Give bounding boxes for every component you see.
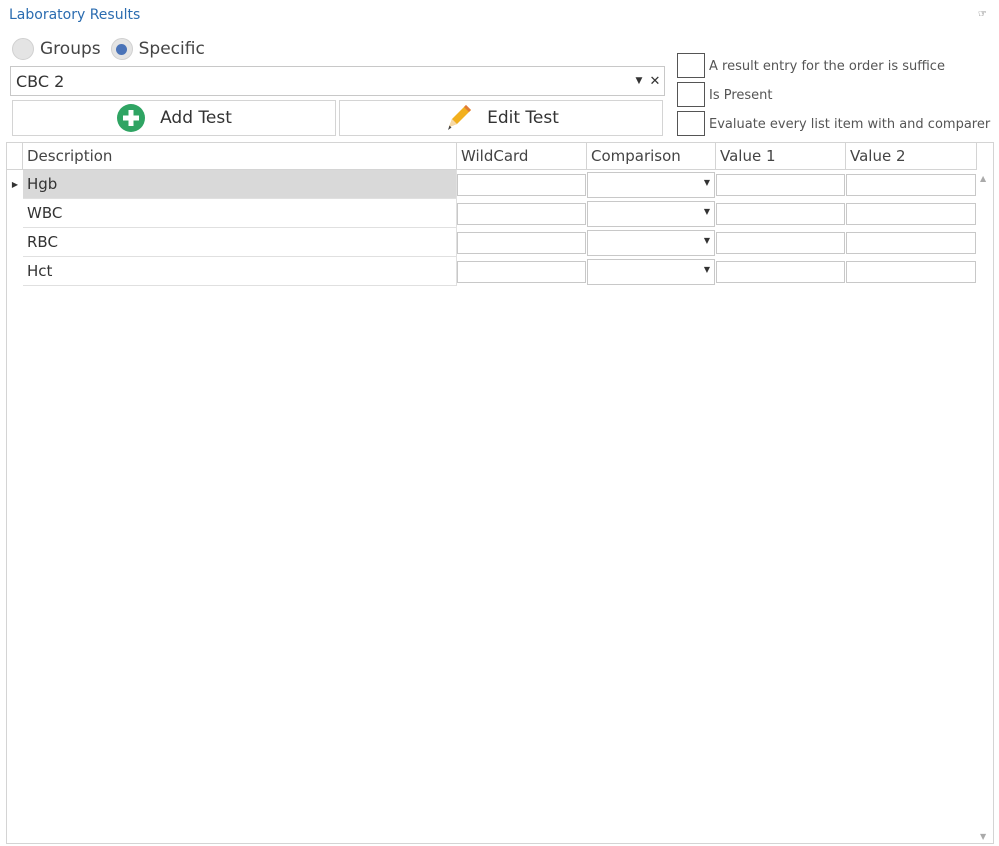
value1-input[interactable]	[716, 203, 845, 225]
evaluate-every-list-item-checkbox[interactable]	[677, 111, 705, 136]
groups-radio-label[interactable]: Groups	[40, 39, 101, 59]
is-present-label: Is Present	[709, 88, 773, 103]
test-selector-combo[interactable]: CBC 2 ▼ ✕	[10, 66, 665, 96]
wildcard-input[interactable]	[457, 174, 586, 196]
value1-input[interactable]	[716, 232, 845, 254]
table-row[interactable]: RBC ▼	[7, 228, 977, 257]
column-header-comparison[interactable]: Comparison	[587, 143, 716, 170]
value2-input[interactable]	[846, 232, 976, 254]
panel-title: Laboratory Results	[9, 7, 141, 23]
value2-input[interactable]	[846, 261, 976, 283]
description-cell[interactable]: WBC	[23, 199, 457, 228]
mode-radio-group: Groups Specific	[12, 38, 215, 60]
specific-radio[interactable]	[110, 38, 133, 60]
result-entry-suffice-checkbox[interactable]	[677, 53, 705, 78]
chevron-down-icon: ▼	[703, 265, 710, 274]
test-selector-value: CBC 2	[16, 71, 65, 91]
row-indicator	[7, 199, 23, 228]
row-indicator	[7, 257, 23, 286]
specific-radio-label[interactable]: Specific	[139, 39, 205, 59]
add-circle-icon	[116, 103, 146, 133]
value1-input[interactable]	[716, 174, 845, 196]
description-cell[interactable]: Hct	[23, 257, 457, 286]
add-test-label: Add Test	[160, 108, 232, 128]
description-cell[interactable]: RBC	[23, 228, 457, 257]
comparison-select[interactable]: ▼	[587, 230, 715, 256]
scroll-down-icon[interactable]: ▼	[980, 832, 986, 841]
current-row-indicator-icon: ▶	[11, 180, 19, 189]
dropdown-arrow-icon[interactable]: ▼	[632, 76, 646, 86]
vertical-scrollbar[interactable]: ▲ ▼	[976, 170, 993, 843]
wildcard-input[interactable]	[457, 203, 586, 225]
scroll-up-icon[interactable]: ▲	[980, 174, 986, 183]
chevron-down-icon: ▼	[703, 207, 710, 216]
table-row[interactable]: WBC ▼	[7, 199, 977, 228]
groups-radio[interactable]	[12, 38, 34, 60]
row-indicator-header	[7, 143, 23, 170]
comparison-select[interactable]: ▼	[587, 201, 715, 227]
chevron-down-icon: ▼	[703, 178, 710, 187]
row-indicator	[7, 228, 23, 257]
add-test-button[interactable]: Add Test	[12, 100, 336, 136]
value1-input[interactable]	[716, 261, 845, 283]
results-grid: Description WildCard Comparison Value 1 …	[6, 142, 994, 844]
value2-input[interactable]	[846, 203, 976, 225]
edit-test-label: Edit Test	[487, 108, 559, 128]
column-header-wildcard[interactable]: WildCard	[457, 143, 587, 170]
table-row[interactable]: ▶ Hgb ▼	[7, 170, 977, 199]
pencil-icon	[443, 103, 473, 133]
column-header-description[interactable]: Description	[23, 143, 457, 170]
radio-selected-dot	[116, 43, 128, 55]
pin-icon[interactable]: ☞	[978, 9, 987, 20]
column-header-value2[interactable]: Value 2	[846, 143, 977, 170]
chevron-down-icon: ▼	[703, 236, 710, 245]
wildcard-input[interactable]	[457, 232, 586, 254]
comparison-select[interactable]: ▼	[587, 259, 715, 285]
result-entry-suffice-label: A result entry for the order is suffice	[709, 59, 945, 74]
value2-input[interactable]	[846, 174, 976, 196]
table-row[interactable]: Hct ▼	[7, 257, 977, 286]
wildcard-input[interactable]	[457, 261, 586, 283]
description-cell[interactable]: Hgb	[23, 170, 457, 199]
evaluate-every-list-item-label: Evaluate every list item with and compar…	[709, 117, 991, 132]
column-header-value1[interactable]: Value 1	[716, 143, 846, 170]
comparison-select[interactable]: ▼	[587, 172, 715, 198]
is-present-checkbox[interactable]	[677, 82, 705, 107]
clear-icon[interactable]: ✕	[646, 74, 664, 89]
edit-test-button[interactable]: Edit Test	[339, 100, 663, 136]
